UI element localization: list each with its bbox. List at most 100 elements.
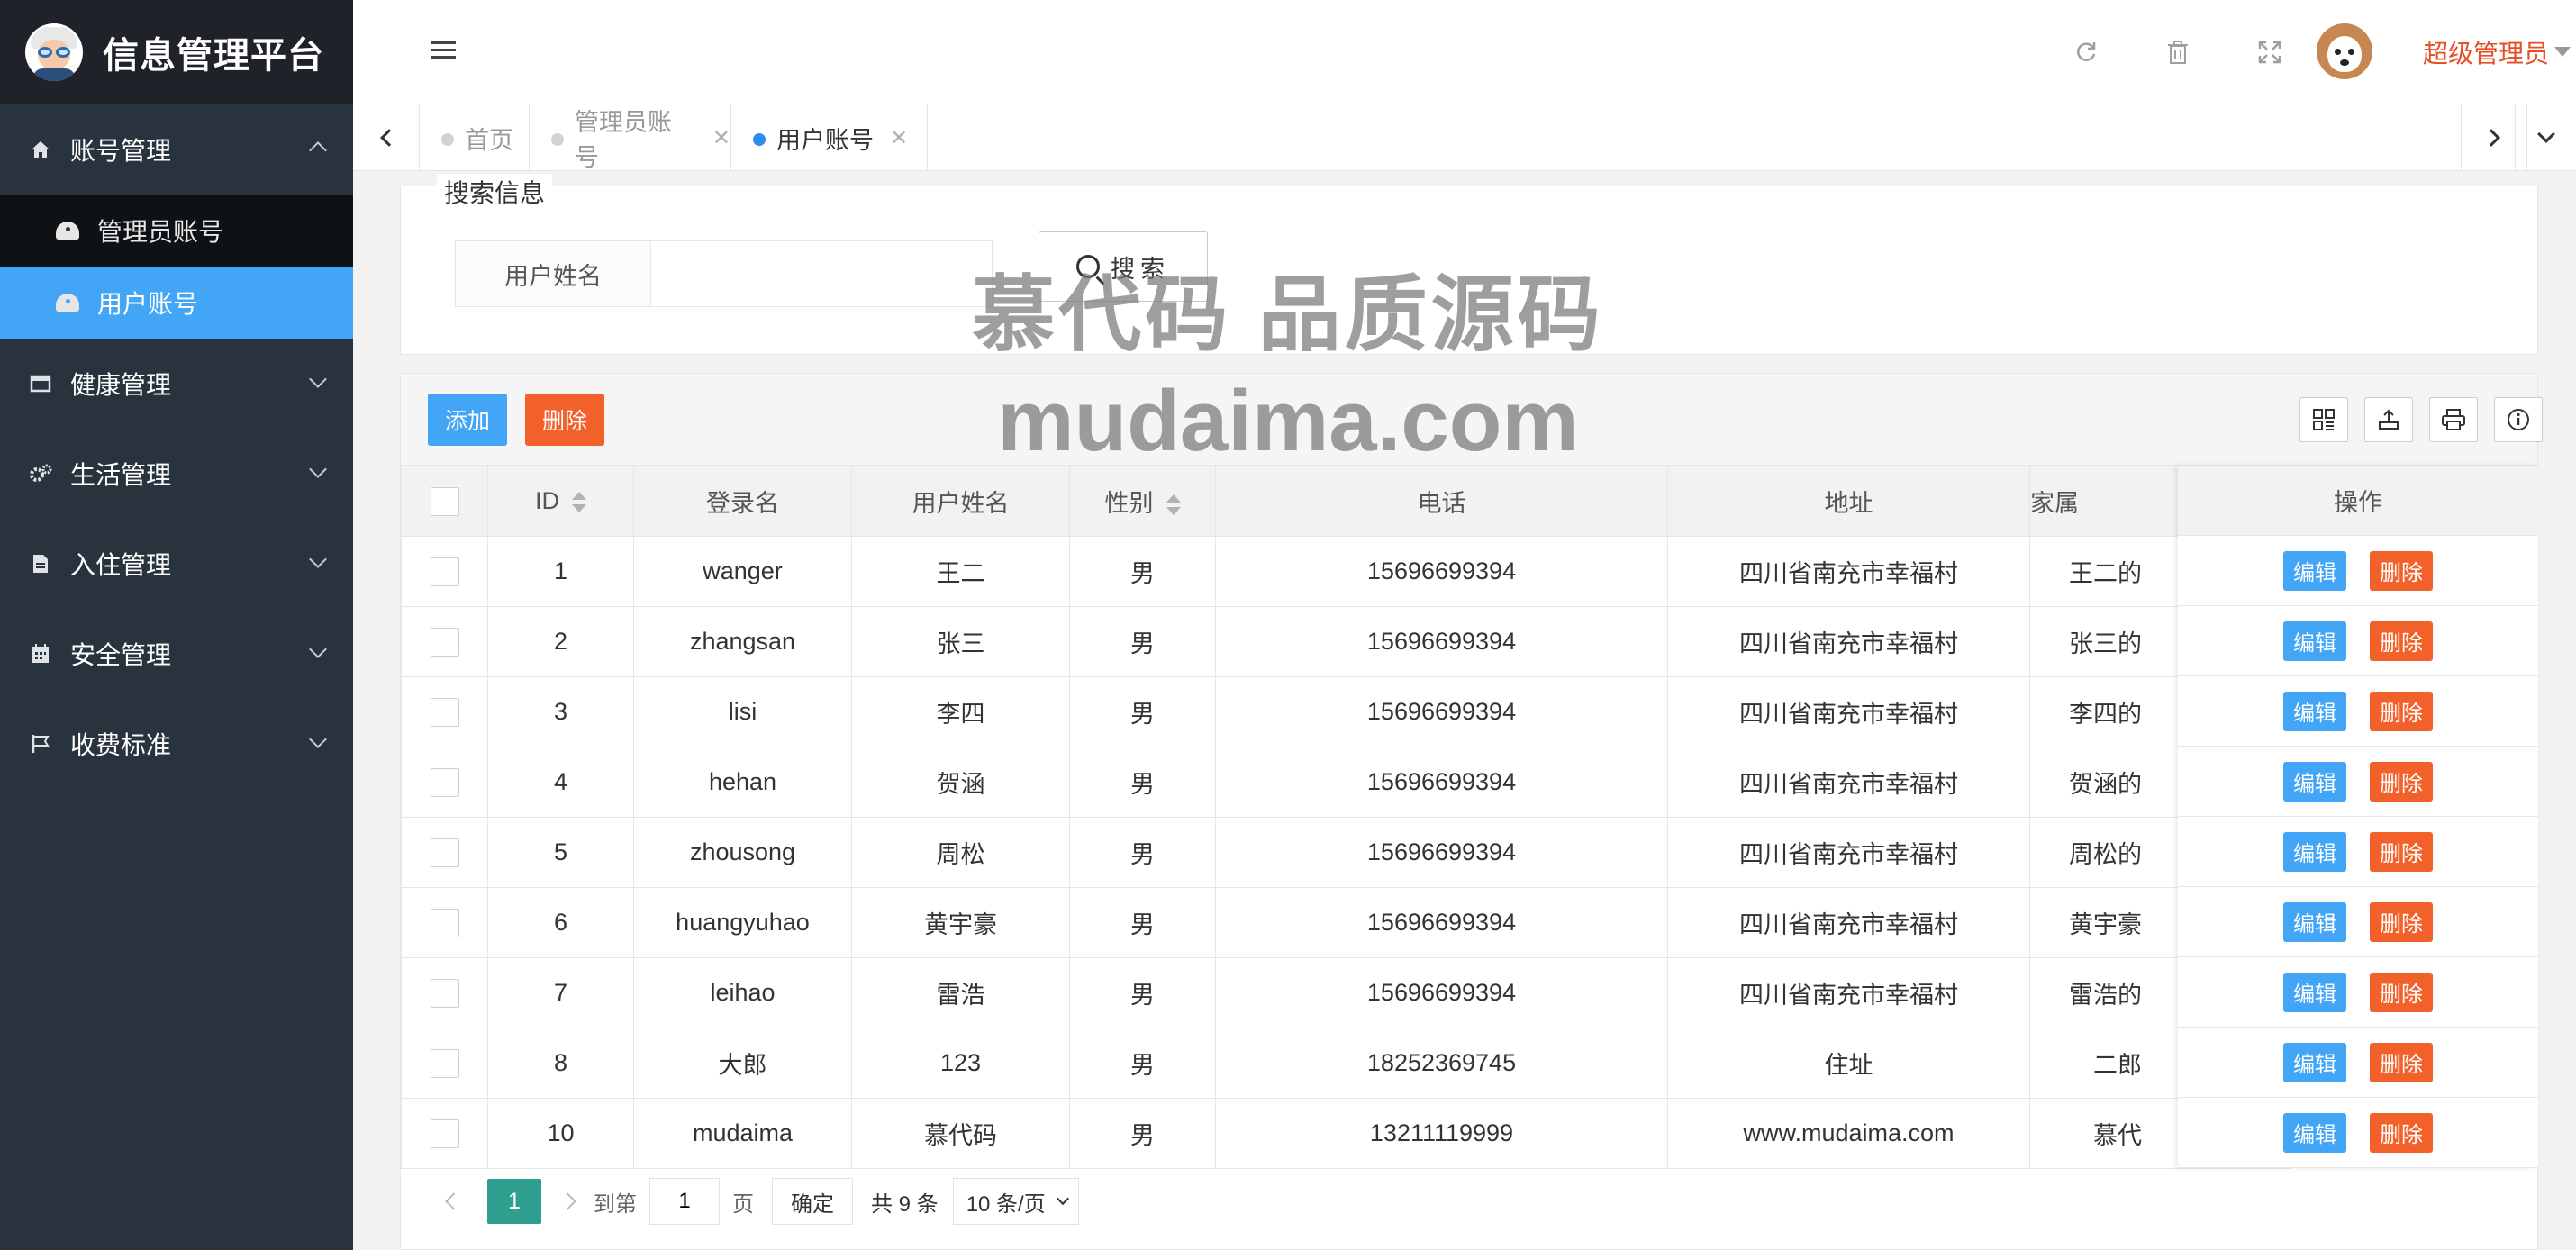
trash-icon[interactable]	[2160, 34, 2196, 70]
refresh-icon[interactable]	[2068, 34, 2104, 70]
edit-button[interactable]: 编辑	[2283, 901, 2346, 942]
edit-button[interactable]: 编辑	[2283, 1042, 2346, 1082]
table-row[interactable]: 4 hehan 贺涵男 15696699394 四川省南充市幸福村 贺涵的	[401, 747, 2291, 818]
print-icon[interactable]	[2429, 397, 2478, 442]
row-checkbox[interactable]	[430, 908, 459, 938]
table-row[interactable]: 6 huangyuhao 黄宇豪男 15696699394 四川省南充市幸福村 黄宇豪	[401, 887, 2291, 958]
info-icon[interactable]	[2494, 397, 2543, 442]
tab-1[interactable]: 管理员账号 ✕	[530, 104, 731, 171]
sidebar-item-0[interactable]: 管理员账号	[0, 195, 353, 267]
current-page[interactable]: 1	[487, 1179, 541, 1224]
batch-delete-button[interactable]: 删除	[525, 394, 604, 446]
cell-address: 四川省南充市幸福村	[1667, 957, 2030, 1028]
table-row[interactable]: 1 wanger 王二男 15696699394 四川省南充市幸福村 王二的	[401, 536, 2291, 607]
delete-button[interactable]: 删除	[2370, 831, 2433, 872]
user-avatar[interactable]	[2317, 23, 2372, 79]
table-row[interactable]: 8 大郎 123 男 18252369745 住址 二郎	[401, 1028, 2291, 1099]
row-checkbox[interactable]	[430, 557, 459, 586]
edit-button[interactable]: 编辑	[2283, 831, 2346, 872]
row-checkbox[interactable]	[430, 978, 459, 1008]
tab-menu-icon[interactable]	[2515, 104, 2576, 171]
cell-id: 7	[487, 957, 634, 1028]
cell-login: wanger	[633, 536, 852, 607]
cell-phone: 13211119999	[1215, 1098, 1668, 1169]
edit-button[interactable]: 编辑	[2283, 1112, 2346, 1153]
fullscreen-icon[interactable]	[2252, 34, 2288, 70]
edit-button[interactable]: 编辑	[2283, 972, 2346, 1012]
user-name[interactable]: 超级管理员	[2423, 34, 2549, 70]
row-checkbox[interactable]	[430, 627, 459, 657]
delete-button[interactable]: 删除	[2370, 901, 2433, 942]
row-checkbox[interactable]	[430, 1048, 459, 1078]
goto-page-input[interactable]	[649, 1178, 720, 1225]
delete-button[interactable]: 删除	[2370, 761, 2433, 802]
cell-login: leihao	[633, 957, 852, 1028]
delete-button[interactable]: 删除	[2370, 1042, 2433, 1082]
sidebar-group-1[interactable]: 健康管理	[0, 339, 353, 429]
tab-2[interactable]: 用户账号 ✕	[731, 104, 928, 171]
column-header-id[interactable]: ID	[487, 466, 634, 537]
edit-button[interactable]: 编辑	[2283, 620, 2346, 661]
sidebar-group-5[interactable]: 收费标准	[0, 699, 353, 789]
select-all-checkbox[interactable]	[430, 486, 459, 516]
delete-button[interactable]: 删除	[2370, 620, 2433, 661]
sidebar-group-0[interactable]: 账号管理	[0, 104, 353, 195]
row-actions: 编辑 删除	[2178, 887, 2538, 957]
row-checkbox[interactable]	[430, 838, 459, 867]
page-size-select[interactable]: 10 条/页	[952, 1178, 1079, 1225]
row-checkbox[interactable]	[430, 1119, 459, 1148]
edit-button[interactable]: 编辑	[2283, 691, 2346, 731]
delete-button[interactable]: 删除	[2370, 550, 2433, 591]
cell-login: mudaima	[633, 1098, 852, 1169]
tab-label: 用户账号	[776, 126, 874, 154]
table-row[interactable]: 3 lisi 李四男 15696699394 四川省南充市幸福村 李四的	[401, 676, 2291, 747]
user-dropdown-icon[interactable]	[2554, 47, 2571, 57]
add-button[interactable]: 添加	[428, 394, 507, 446]
row-checkbox[interactable]	[430, 767, 459, 797]
table-row[interactable]: 10 mudaima 慕代码男 13211119999 www.mudaima.com 慕…	[401, 1098, 2291, 1169]
sort-icon[interactable]	[1166, 494, 1181, 517]
columns-filter-icon[interactable]	[2299, 397, 2348, 442]
next-page-icon[interactable]	[558, 1192, 576, 1210]
window-icon	[29, 372, 52, 395]
table-row[interactable]: 2 zhangsan 张三男 15696699394 四川省南充市幸福村 张三的	[401, 606, 2291, 677]
cell-phone: 15696699394	[1215, 957, 1668, 1028]
row-select-cell	[401, 887, 488, 958]
row-select-cell	[401, 957, 488, 1028]
delete-button[interactable]: 删除	[2370, 691, 2433, 731]
table-row[interactable]: 7 leihao 雷浩男 15696699394 四川省南充市幸福村 雷浩的	[401, 957, 2291, 1028]
menu-toggle-icon[interactable]	[431, 41, 456, 61]
sidebar-group-label: 安全管理	[70, 641, 172, 669]
tab-scroll-left-icon[interactable]	[353, 104, 420, 171]
delete-button[interactable]: 删除	[2370, 972, 2433, 1012]
tab-0[interactable]: 首页	[420, 104, 530, 171]
close-icon[interactable]: ✕	[712, 125, 730, 151]
export-icon[interactable]	[2364, 397, 2413, 442]
tab-dot-icon	[753, 133, 766, 146]
sidebar-group-2[interactable]: 生活管理	[0, 429, 353, 519]
delete-button[interactable]: 删除	[2370, 1112, 2433, 1153]
prev-page-icon[interactable]	[445, 1192, 463, 1210]
edit-button[interactable]: 编辑	[2283, 761, 2346, 802]
column-header-actions: 操作	[2178, 466, 2538, 536]
search-input[interactable]	[650, 240, 993, 307]
close-icon[interactable]: ✕	[890, 125, 908, 151]
chevron-down-icon	[309, 730, 327, 748]
cell-gender: 男	[1069, 676, 1216, 747]
sidebar-group-3[interactable]: 入住管理	[0, 519, 353, 609]
column-header-gender[interactable]: 性别	[1069, 466, 1216, 537]
row-checkbox[interactable]	[430, 697, 459, 727]
row-actions: 编辑 删除	[2178, 676, 2538, 747]
search-button[interactable]: 搜索	[1039, 231, 1208, 302]
cell-gender: 男	[1069, 747, 1216, 818]
sidebar-item-1[interactable]: 用户账号	[0, 267, 353, 339]
cell-gender: 男	[1069, 887, 1216, 958]
tab-label: 首页	[465, 126, 513, 154]
edit-button[interactable]: 编辑	[2283, 550, 2346, 591]
table-row[interactable]: 5 zhousong 周松男 15696699394 四川省南充市幸福村 周松的	[401, 817, 2291, 888]
goto-confirm-button[interactable]: 确定	[772, 1178, 853, 1225]
sidebar-group-4[interactable]: 安全管理	[0, 609, 353, 699]
cell-address: www.mudaima.com	[1667, 1098, 2030, 1169]
sort-icon[interactable]	[572, 491, 586, 514]
cell-id: 3	[487, 676, 634, 747]
